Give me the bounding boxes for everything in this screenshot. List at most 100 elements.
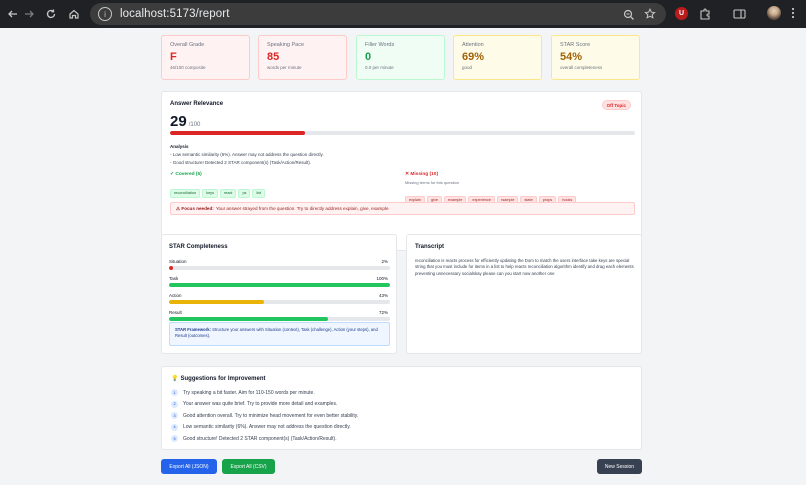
suggestion-item: 5 Good structure! Detected 2 STAR compone… bbox=[171, 435, 337, 442]
suggestion-text: Low semantic similarity (6%). Answer may… bbox=[183, 424, 351, 430]
star-item-label: Result bbox=[169, 310, 182, 315]
missing-title: ✕ Missing (10) bbox=[405, 172, 439, 177]
zoom-icon[interactable] bbox=[623, 8, 635, 26]
relevance-score-suffix: /100 bbox=[188, 122, 201, 128]
relevance-bar-fill bbox=[170, 131, 305, 135]
metric-card: STAR Score 54% overall completeness bbox=[551, 35, 640, 80]
star-item-percent: 43% bbox=[378, 293, 388, 298]
focus-alert: ⚠ Focus needed: Your answer strayed from… bbox=[170, 202, 635, 215]
analysis-title: Analysis bbox=[170, 144, 189, 149]
suggestion-item: 4 Low semantic similarity (6%). Answer ma… bbox=[171, 423, 351, 431]
metric-card: Filler Words 0 0.0 per minute bbox=[356, 35, 445, 80]
star-bar-track bbox=[169, 300, 390, 304]
answer-relevance-card: Answer Relevance Off Topic 29 /100 Analy… bbox=[161, 91, 642, 251]
relevance-score: 29 /100 bbox=[170, 113, 200, 130]
metric-subtext: words per minute bbox=[267, 65, 302, 70]
metric-value: 54% bbox=[560, 51, 583, 63]
suggestion-item: 3 Good attention overall. Try to minimize… bbox=[171, 412, 358, 419]
star-bar-track bbox=[169, 317, 390, 321]
star-bar-fill bbox=[169, 300, 265, 304]
suggestion-number: 3 bbox=[171, 412, 178, 419]
browser-toolbar: i localhost:5173/report U bbox=[0, 0, 806, 28]
focus-label: ⚠ Focus needed: bbox=[176, 205, 214, 211]
suggestion-number: 5 bbox=[171, 435, 178, 442]
missing-subtitle: Missing terms for this question bbox=[405, 180, 460, 185]
analysis-line-2: - Good structure! Detected 2 STAR compon… bbox=[170, 160, 311, 165]
metric-label: Attention bbox=[462, 42, 484, 48]
covered-title: ✓ Covered (5) bbox=[170, 172, 202, 177]
export-json-button[interactable]: Export All (JSON) bbox=[161, 459, 217, 474]
star-framework-note: STAR Framework: Structure your answers w… bbox=[169, 322, 390, 346]
metric-card: Speaking Pace 85 words per minute bbox=[258, 35, 347, 80]
suggestions-header: 💡 Suggestions for Improvement bbox=[171, 375, 266, 383]
covered-terms: reconciliation keys react ps list bbox=[170, 181, 267, 199]
side-panel-icon[interactable] bbox=[733, 7, 746, 25]
forward-arrow-icon[interactable] bbox=[19, 4, 39, 24]
new-session-button[interactable]: New Session bbox=[597, 459, 642, 474]
star-item-percent: 100% bbox=[376, 276, 388, 281]
suggestion-item: 1 Try speaking a bit faster. Aim for 110-… bbox=[171, 389, 315, 396]
suggestion-number: 2 bbox=[171, 400, 178, 408]
star-completeness-card: STAR Completeness Situation 2% Task 100% Act… bbox=[161, 234, 397, 354]
metric-subtext: good bbox=[462, 65, 473, 70]
star-bar-fill bbox=[169, 266, 174, 270]
url-text: localhost:5173/report bbox=[120, 8, 230, 20]
star-bar-track bbox=[169, 283, 390, 287]
metric-label: Speaking Pace bbox=[267, 42, 304, 48]
metric-value: 0 bbox=[365, 51, 372, 63]
report-page: Overall Grade F 46/100 composite Speaking P… bbox=[0, 28, 806, 485]
reload-icon[interactable] bbox=[41, 4, 61, 24]
star-bar-track bbox=[169, 266, 390, 270]
metric-label: Overall Grade bbox=[170, 42, 205, 48]
suggestion-text: Try speaking a bit faster. Aim for 110-1… bbox=[183, 389, 315, 396]
covered-term-chip: list bbox=[252, 188, 266, 198]
metric-card: Attention 69% good bbox=[453, 35, 542, 80]
suggestions-title: Suggestions for Improvement bbox=[180, 375, 266, 382]
suggestion-number: 1 bbox=[171, 389, 178, 396]
star-bar-fill bbox=[169, 317, 329, 321]
relevance-bar-track bbox=[170, 131, 635, 135]
suggestion-text: Good structure! Detected 2 STAR componen… bbox=[183, 435, 337, 442]
star-item-label: Task bbox=[169, 276, 179, 281]
metric-subtext: 46/100 composite bbox=[170, 65, 206, 70]
star-bar-fill bbox=[169, 283, 390, 287]
off-topic-badge: Off Topic bbox=[601, 100, 631, 110]
suggestion-text: Good attention overall. Try to minimize … bbox=[183, 412, 359, 419]
covered-term-chip: reconciliation bbox=[170, 188, 201, 198]
analysis-line-1: - Low semantic similarity (6%). Answer m… bbox=[170, 152, 324, 157]
metric-label: Filler Words bbox=[365, 42, 395, 48]
star-framework-label: STAR Framework: bbox=[175, 327, 211, 332]
metric-value: F bbox=[170, 51, 177, 63]
metric-value: 85 bbox=[267, 51, 280, 63]
star-item-percent: 2% bbox=[381, 259, 388, 264]
star-item-percent: 72% bbox=[378, 310, 388, 315]
suggestion-number: 4 bbox=[171, 423, 178, 431]
transcript-text: reconciliation is reacts process for eff… bbox=[415, 258, 634, 276]
answer-relevance-title: Answer Relevance bbox=[170, 101, 224, 107]
home-icon[interactable] bbox=[64, 4, 84, 24]
metric-subtext: overall completeness bbox=[560, 65, 603, 70]
star-title: STAR Completeness bbox=[169, 244, 228, 250]
transcript-title: Transcript bbox=[415, 244, 445, 250]
covered-term-chip: ps bbox=[238, 188, 251, 198]
extensions-puzzle-icon[interactable] bbox=[699, 7, 711, 25]
extension-ublock-icon[interactable]: U bbox=[675, 7, 688, 20]
transcript-card: Transcript reconciliation is reacts proc… bbox=[406, 234, 642, 354]
metric-value: 69% bbox=[462, 51, 485, 63]
menu-dots-icon[interactable] bbox=[790, 6, 796, 25]
lightbulb-icon: 💡 bbox=[171, 376, 179, 382]
site-info-icon[interactable]: i bbox=[98, 7, 112, 21]
address-bar[interactable]: i localhost:5173/report bbox=[90, 3, 666, 25]
metric-label: STAR Score bbox=[560, 42, 591, 48]
metric-card: Overall Grade F 46/100 composite bbox=[161, 35, 250, 80]
covered-term-chip: react bbox=[219, 188, 237, 198]
suggestion-item: 2 Your answer was quite brief. Try to pro… bbox=[171, 400, 338, 408]
bookmark-star-icon[interactable] bbox=[644, 7, 656, 25]
relevance-score-value: 29 bbox=[170, 113, 187, 130]
star-item-label: Action bbox=[169, 293, 182, 298]
covered-term-chip: keys bbox=[202, 188, 218, 198]
profile-avatar[interactable] bbox=[767, 6, 781, 20]
metric-subtext: 0.0 per minute bbox=[365, 65, 394, 70]
export-csv-button[interactable]: Export All (CSV) bbox=[222, 459, 275, 474]
suggestion-text: Your answer was quite brief. Try to prov… bbox=[183, 401, 338, 407]
